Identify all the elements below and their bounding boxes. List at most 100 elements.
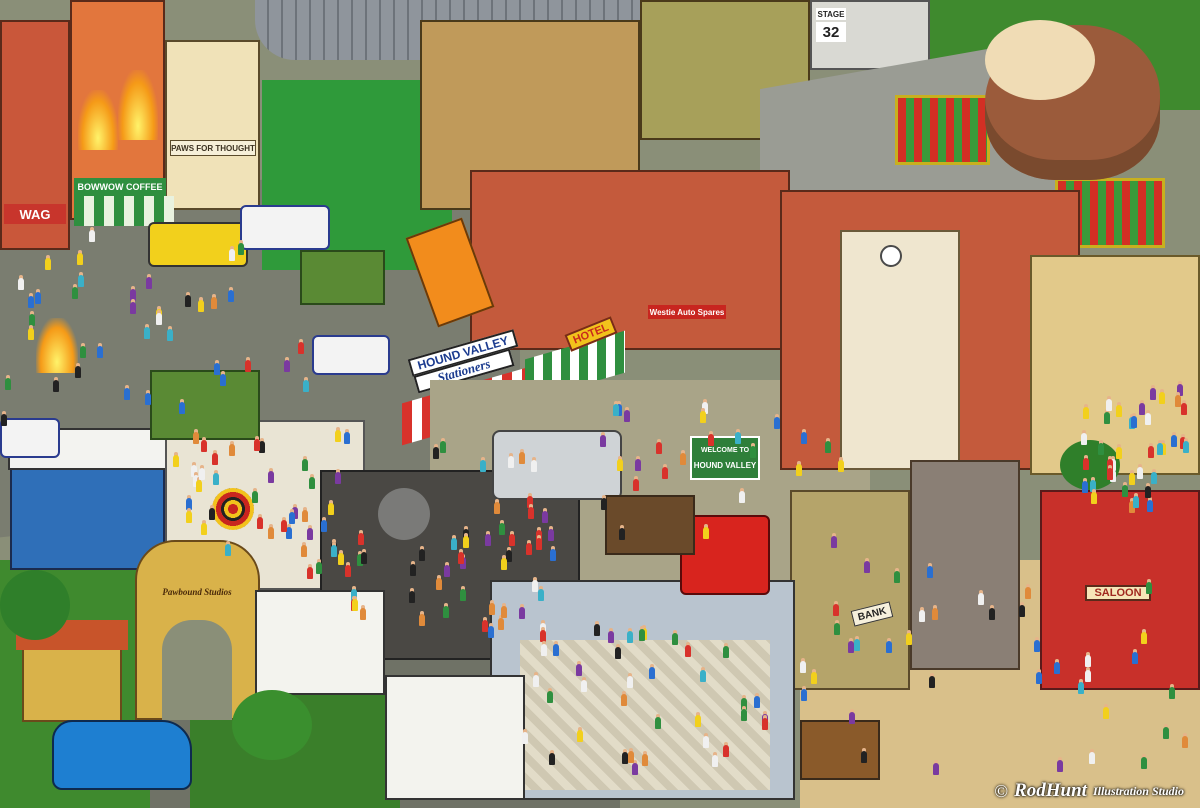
crowd-person (700, 411, 707, 424)
crowd-person (308, 477, 315, 490)
crowd-person (838, 460, 845, 473)
crowd-person (197, 299, 204, 312)
crowd-person (268, 527, 275, 540)
crowd-person (316, 561, 323, 574)
crowd-person (519, 452, 526, 465)
crowd-person (301, 510, 308, 523)
crowd-person (641, 754, 648, 767)
crowd-person (722, 744, 729, 757)
crowd-person (129, 288, 136, 301)
crowd-person (1169, 686, 1176, 699)
crowd-person (1082, 407, 1089, 420)
crowd-person (1, 413, 8, 426)
crowd-person (594, 624, 601, 637)
crowd-person (522, 731, 529, 744)
crowd-person (932, 608, 939, 621)
crowd-person (1089, 752, 1096, 765)
crowd-person (501, 605, 507, 618)
crowd-person (186, 498, 193, 511)
crowd-person (527, 507, 534, 520)
crowd-person (443, 606, 450, 619)
crowd-person (97, 345, 104, 358)
crowd-person (280, 520, 287, 533)
crowd-person (531, 460, 537, 473)
crowd-person (1104, 411, 1111, 424)
crowd-person (237, 242, 244, 255)
crowd-person (553, 644, 560, 657)
crowd-person (330, 544, 337, 557)
crowd-person (549, 753, 556, 766)
crowd-person (459, 589, 466, 602)
crowd-person (1081, 481, 1088, 494)
crowd-person (1057, 759, 1064, 772)
crowd-person (130, 302, 137, 315)
crowd-person (173, 455, 180, 468)
crowd-person (607, 631, 614, 644)
crowd-person (124, 388, 131, 401)
crowd-person (538, 588, 545, 601)
crowd-person (616, 459, 623, 472)
crowd-person (1138, 403, 1145, 416)
crowd-person (211, 297, 217, 310)
crowd-person (546, 690, 553, 703)
crowd-person (635, 459, 642, 472)
crowd-person (540, 630, 547, 643)
crowd-person (600, 497, 607, 510)
crowd-person (75, 365, 82, 378)
crowd-person (335, 430, 342, 443)
crowd-person (1140, 757, 1147, 770)
crowd-person (1034, 639, 1041, 652)
crowd-person (357, 532, 364, 545)
crowd-person (712, 755, 719, 768)
crowd (0, 0, 1200, 808)
crowd-person (614, 647, 621, 660)
crowd-person (227, 290, 234, 303)
crowd-person (1141, 631, 1148, 644)
crowd-person (631, 763, 638, 776)
crowd-person (418, 614, 425, 627)
crowd-person (498, 617, 505, 630)
crowd-person (224, 544, 231, 557)
crowd-person (1163, 726, 1170, 739)
crowd-person (1080, 433, 1087, 446)
crowd-person (1082, 457, 1089, 470)
crowd-person (918, 610, 925, 623)
crowd-person (703, 527, 710, 540)
crowd-person (80, 345, 87, 358)
crowd-person (1103, 707, 1110, 720)
crowd-person (694, 714, 701, 727)
crowd-person (1158, 392, 1165, 405)
crowd-person (811, 671, 818, 684)
crowd-person (800, 661, 807, 674)
copyright-symbol: © (994, 780, 1009, 801)
crowd-person (488, 603, 495, 616)
crowd-person (1133, 495, 1140, 508)
crowd-person (761, 717, 768, 730)
crowd-person (77, 275, 84, 288)
crowd-person (741, 708, 748, 721)
crowd-person (624, 409, 631, 422)
crowd-person (1085, 669, 1092, 682)
crowd-person (508, 456, 515, 469)
crowd-person (1116, 405, 1123, 418)
crowd-person (509, 534, 516, 547)
crowd-person (144, 392, 151, 405)
crowd-person (167, 329, 174, 342)
crowd-person (351, 599, 358, 612)
crowd-person (833, 603, 840, 616)
crowd-person (621, 752, 628, 765)
crowd-person (662, 466, 668, 479)
crowd-person (988, 607, 995, 620)
crowd-person (462, 536, 469, 549)
crowd-person (289, 512, 296, 525)
crowd-person (550, 548, 557, 561)
crowd-person (185, 294, 192, 307)
crowd-person (1090, 491, 1097, 504)
crowd-person (933, 763, 940, 776)
crowd-person (540, 644, 547, 657)
crowd-person (848, 711, 855, 724)
crowd-person (628, 750, 635, 763)
crowd-person (1136, 466, 1143, 479)
crowd-person (796, 464, 803, 477)
crowd-person (703, 735, 710, 748)
